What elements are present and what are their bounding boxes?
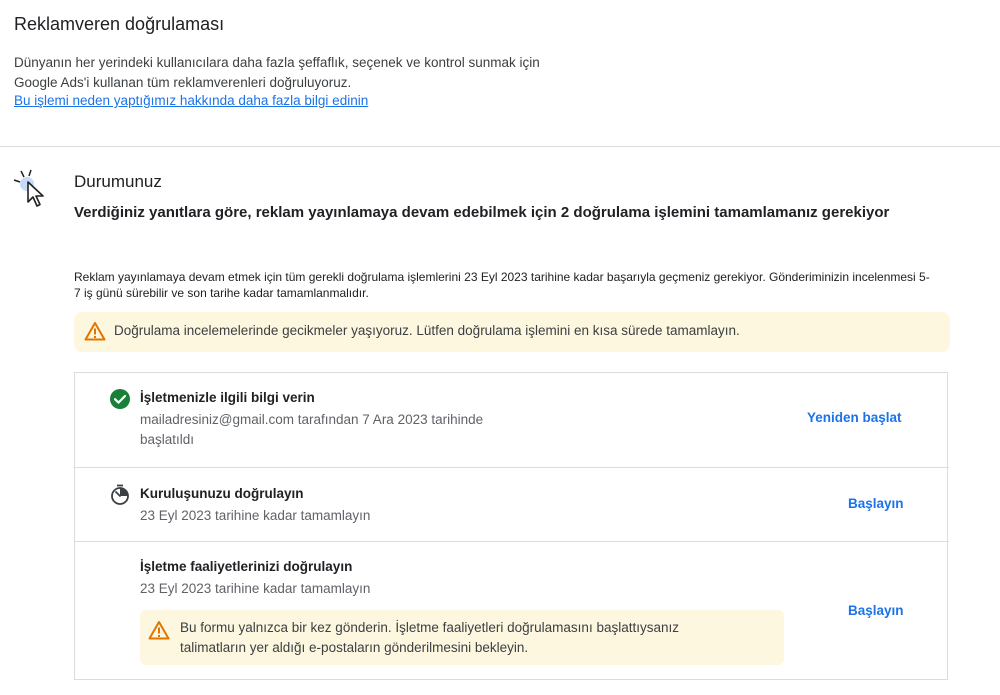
check-circle-icon (110, 389, 130, 409)
single-submission-warning: Bu formu yalnızca bir kez gönderin. İşle… (140, 610, 784, 665)
step-subtitle-line-2: başlatıldı (140, 432, 195, 447)
status-title: Durumunuz (74, 172, 162, 191)
warning-line-2: talimatların yer aldığı e-postaların gön… (180, 640, 529, 655)
description-line-2: Google Ads'i kullanan tüm reklamverenler… (14, 75, 352, 90)
page-description: Dünyanın her yerindeki kullanıcılara dah… (14, 53, 614, 93)
step-row-operations: İşletme faaliyetlerinizi doğrulayın 23 E… (75, 541, 949, 680)
step-title: Kuruluşunuzu doğrulayın (140, 486, 304, 501)
warning-icon (84, 322, 106, 341)
delay-warning-banner: Doğrulama incelemelerinde gecikmeler yaş… (74, 312, 950, 352)
step-title: İşletme faaliyetlerinizi doğrulayın (140, 559, 353, 574)
warning-icon (148, 621, 170, 640)
page-title: Reklamveren doğrulaması (14, 14, 225, 34)
delay-warning-text: Doğrulama incelemelerinde gecikmeler yaş… (114, 323, 740, 338)
warning-line-1: Bu formu yalnızca bir kez gönderin. İşle… (180, 620, 679, 635)
step-subtitle: 23 Eyl 2023 tarihine kadar tamamlayın (140, 581, 371, 596)
step-subtitle: 23 Eyl 2023 tarihine kadar tamamlayın (140, 508, 371, 523)
start-button[interactable]: Başlayın (848, 496, 904, 511)
step-subtitle-line-1: mailadresiniz@gmail.com tarafından 7 Ara… (140, 412, 484, 427)
start-button[interactable]: Başlayın (848, 603, 904, 618)
step-subtitle: mailadresiniz@gmail.com tarafından 7 Ara… (140, 410, 530, 450)
step-title: İşletmenizle ilgili bilgi verin (140, 390, 315, 405)
restart-button[interactable]: Yeniden başlat (807, 410, 902, 425)
page-header: Reklamveren doğrulaması Dünyanın her yer… (0, 0, 1000, 147)
verification-steps-card: İşletmenizle ilgili bilgi verin mailadre… (74, 372, 949, 680)
learn-more-link[interactable]: Bu işlemi neden yaptığımız hakkında daha… (14, 93, 368, 108)
timer-icon (111, 484, 129, 505)
step-row-organization: Kuruluşunuzu doğrulayın 23 Eyl 2023 tari… (75, 467, 949, 541)
description-line-1: Dünyanın her yerindeki kullanıcılara dah… (14, 55, 540, 70)
cursor-click-icon (13, 169, 44, 207)
single-submission-warning-text: Bu formu yalnızca bir kez gönderin. İşle… (180, 618, 770, 658)
status-subtitle: Verdiğiniz yanıtlara göre, reklam yayınl… (74, 204, 890, 221)
deadline-notice: Reklam yayınlamaya devam etmek için tüm … (74, 270, 930, 300)
step-row-business-info: İşletmenizle ilgili bilgi verin mailadre… (75, 373, 949, 467)
